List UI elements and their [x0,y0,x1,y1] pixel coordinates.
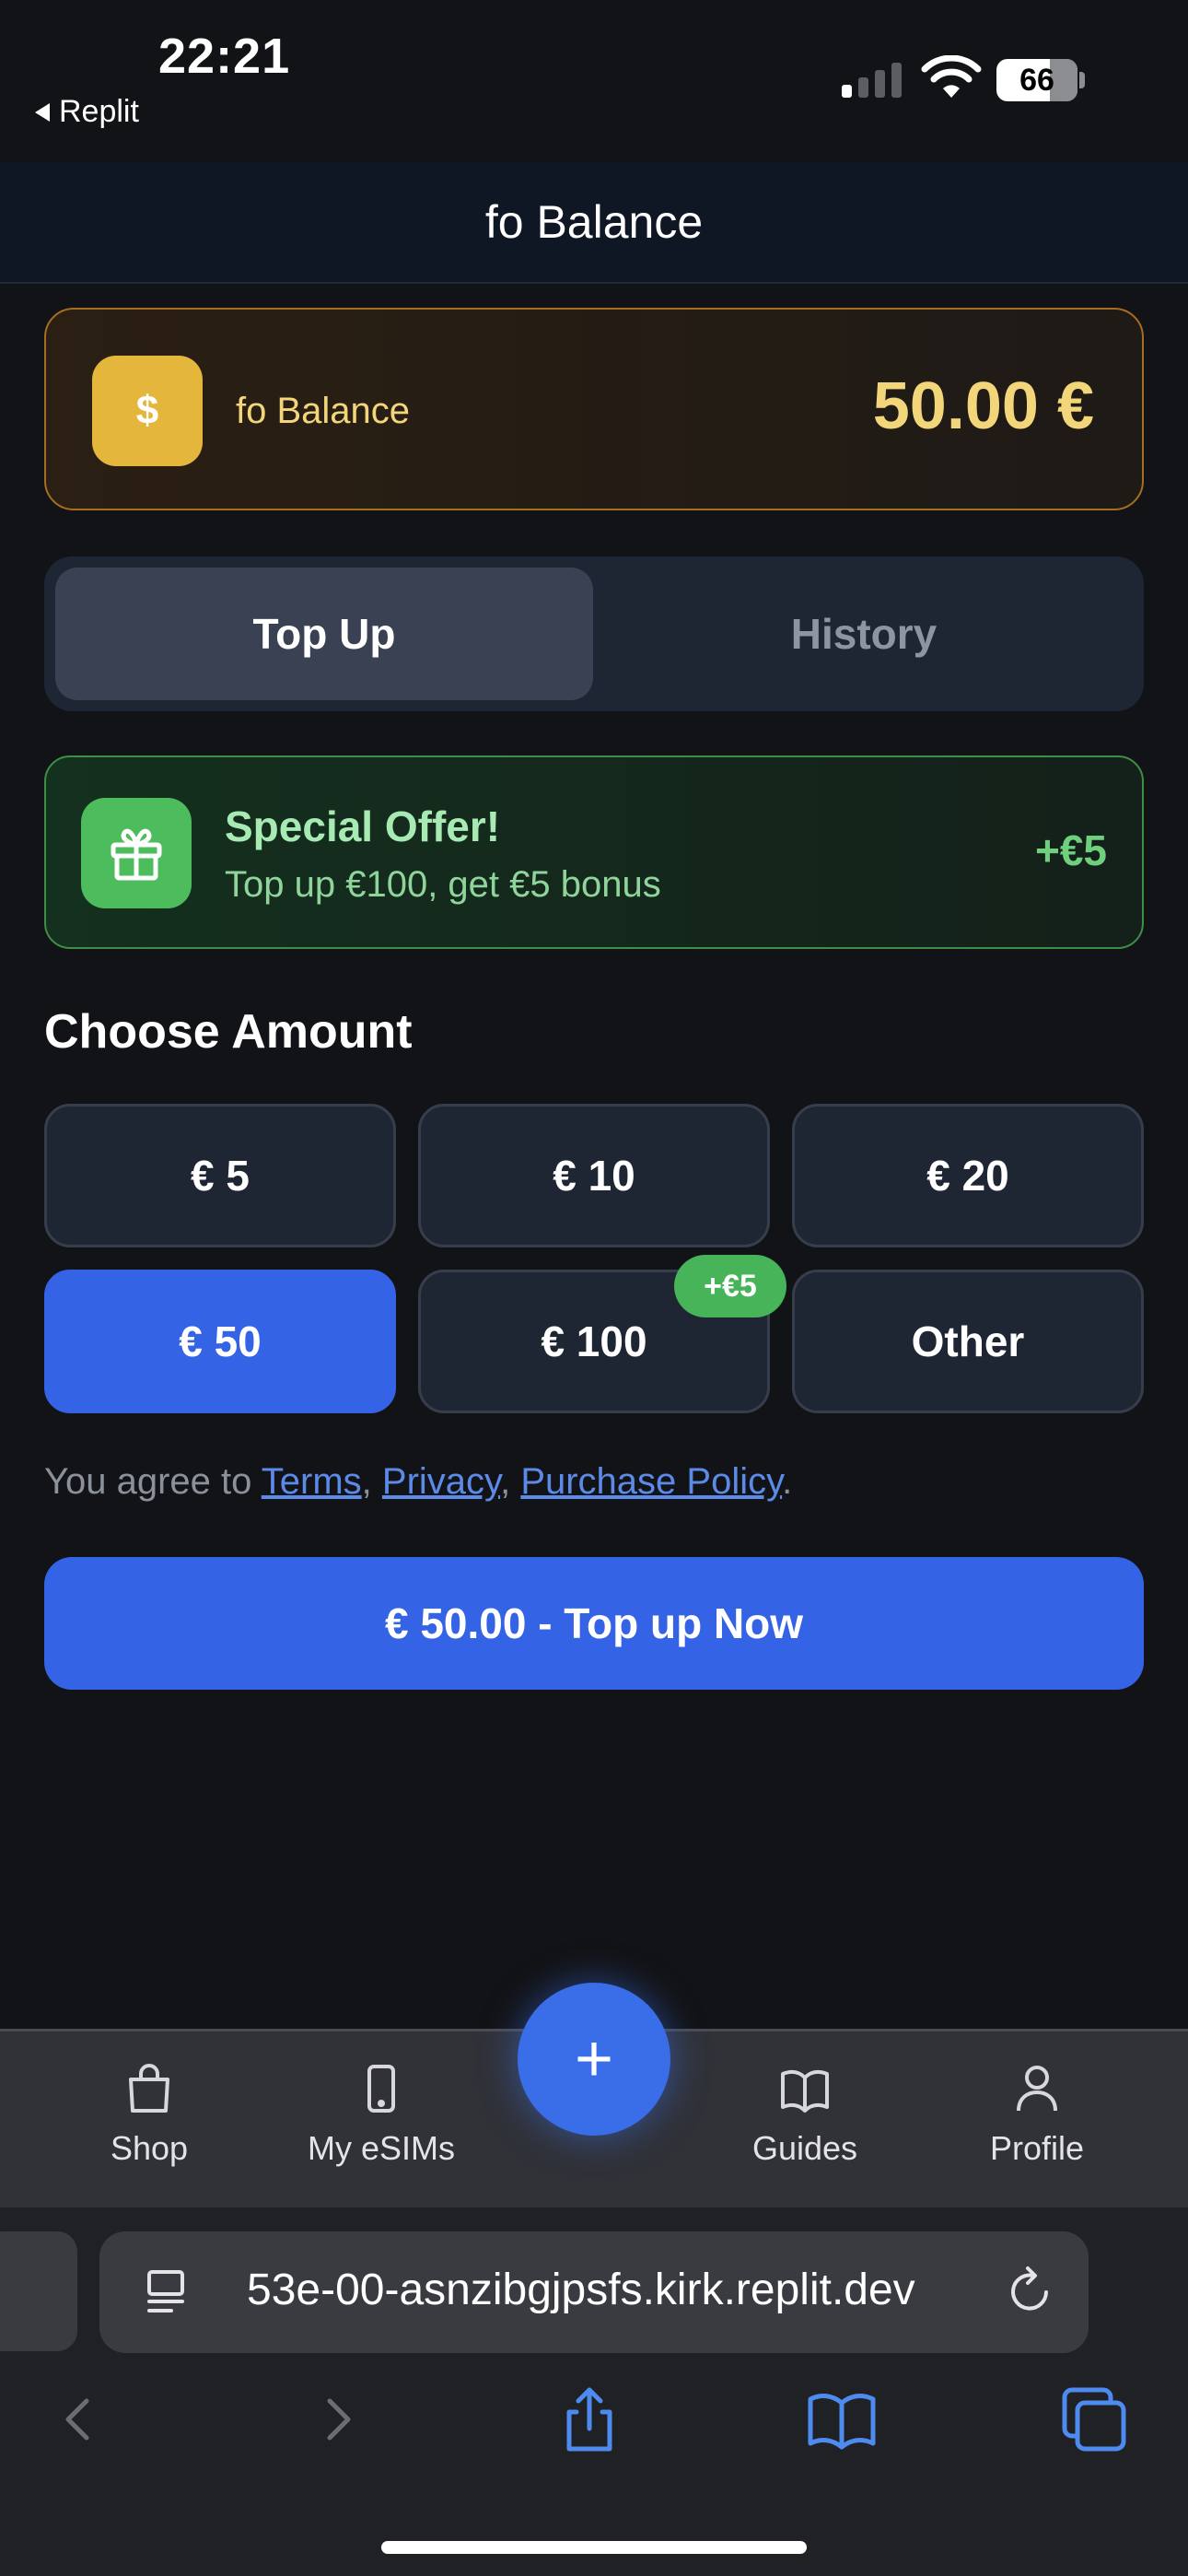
amount-button-5[interactable]: € 5 [44,1104,396,1247]
home-indicator [381,2541,807,2554]
cellular-signal-icon [842,61,902,98]
add-button[interactable]: + [518,1983,670,2136]
purchase-policy-link[interactable]: Purchase Policy [520,1461,782,1502]
bookmarks-icon[interactable] [805,2383,879,2456]
reload-icon[interactable] [1004,2265,1055,2320]
offer-title: Special Offer! [225,802,501,850]
user-icon [1017,2066,1057,2112]
battery-icon: 66 [996,59,1077,101]
wifi-icon [921,55,982,98]
share-icon[interactable] [553,2383,626,2456]
reader-mode-icon[interactable] [144,2266,188,2318]
battery-cap [1079,72,1085,88]
terms-notice: You agree to Terms, Privacy, Purchase Po… [44,1461,792,1503]
shopping-bag-icon [129,2064,169,2113]
nav-item-my-esims[interactable]: My eSIMs [280,2061,483,2168]
tabs-icon[interactable] [1057,2383,1131,2456]
address-bar[interactable]: 53e-00-asnzibgjpsfs.kirk.replit.dev [99,2231,1089,2353]
status-time: 22:21 [158,29,291,84]
tab-history[interactable]: History [595,568,1133,700]
amount-button-50[interactable]: € 50 [44,1270,396,1413]
browser-tools [0,2383,1188,2465]
url-text: 53e-00-asnzibgjpsfs.kirk.replit.dev [247,2266,915,2314]
status-bar: 22:21 Replit 66 [0,0,1188,162]
back-arrow-icon [35,102,50,122]
balance-amount: 50.00 € [872,369,1094,443]
bonus-badge: +€5 [674,1255,786,1317]
nav-label-profile: Profile [989,2129,1085,2167]
nav-label-guides: Guides [751,2129,858,2167]
terms-separator-2: , [500,1461,521,1502]
book-icon [781,2069,829,2113]
back-to-app-link[interactable]: Replit [35,94,139,130]
top-up-now-button[interactable]: € 50.00 - Top up Now [44,1557,1144,1690]
nav-item-guides[interactable]: Guides [704,2061,906,2168]
terms-prefix: You agree to [44,1461,262,1502]
choose-amount-title: Choose Amount [44,1005,413,1059]
nav-item-shop[interactable]: Shop [48,2061,250,2168]
special-offer-banner[interactable]: Special Offer! Top up €100, get €5 bonus… [44,755,1144,949]
forward-icon[interactable] [300,2383,374,2456]
amount-button-20[interactable]: € 20 [792,1104,1144,1247]
gift-icon [81,798,192,908]
nav-item-profile[interactable]: Profile [936,2061,1138,2168]
phone-icon [367,2065,395,2113]
app-header: fo Balance [0,162,1188,284]
battery-level: 66 [1019,62,1054,98]
nav-label-shop: Shop [110,2129,189,2167]
back-app-label: Replit [59,94,139,129]
terms-link[interactable]: Terms [262,1461,362,1502]
balance-card: $ fo Balance 50.00 € [44,308,1144,510]
back-icon[interactable] [42,2383,116,2456]
balance-label: fo Balance [236,391,411,431]
segmented-tabs: Top Up History [44,556,1144,711]
terms-suffix: . [782,1461,793,1502]
amount-button-10[interactable]: € 10 [418,1104,770,1247]
previous-tab-preview[interactable] [0,2231,77,2351]
browser-toolbar: 53e-00-asnzibgjpsfs.kirk.replit.dev [0,2207,1188,2576]
dollar-coin-icon: $ [92,356,203,466]
nav-label-my-esims: My eSIMs [307,2129,455,2167]
page-title: fo Balance [484,196,704,248]
privacy-link[interactable]: Privacy [382,1461,500,1502]
terms-separator-1: , [361,1461,382,1502]
tab-top-up[interactable]: Top Up [55,568,593,700]
offer-subtitle: Top up €100, get €5 bonus [225,864,661,905]
amount-button-other[interactable]: Other [792,1270,1144,1413]
offer-bonus: +€5 [1034,826,1107,874]
